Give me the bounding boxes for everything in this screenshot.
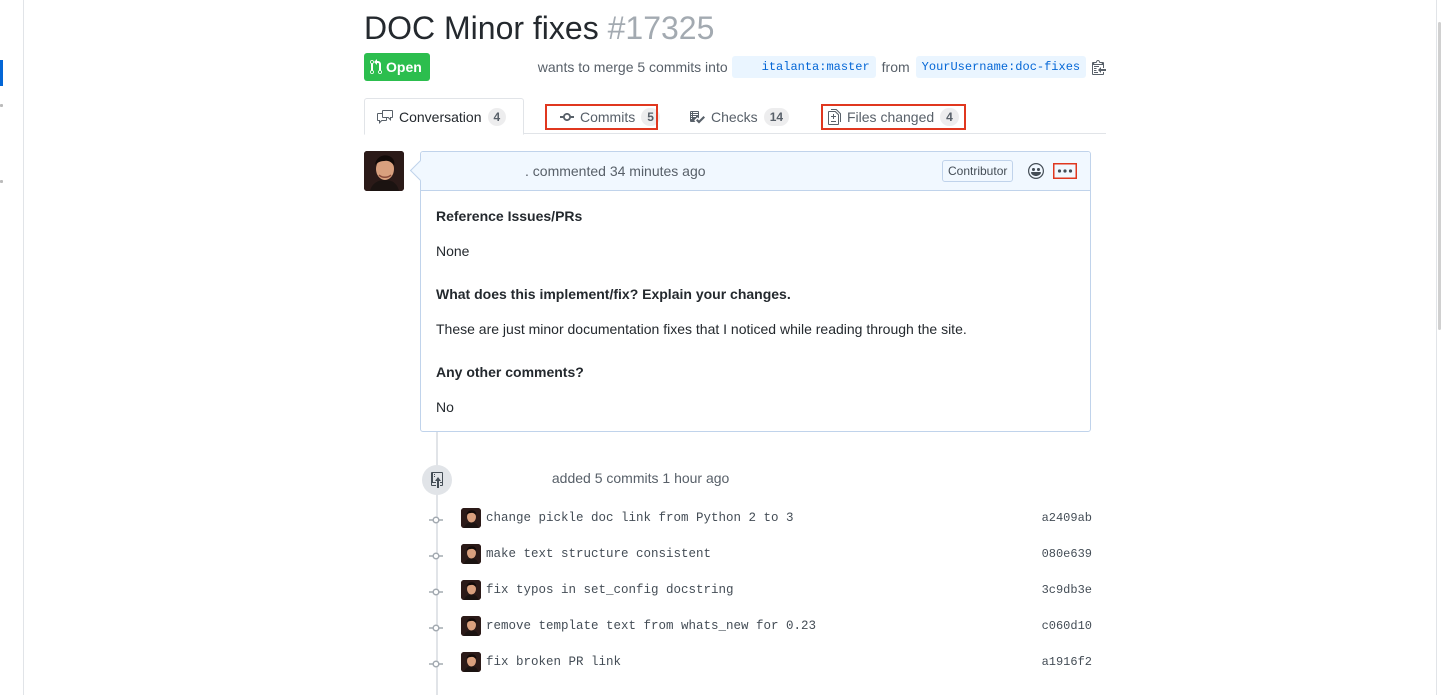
repo-push-icon bbox=[431, 472, 443, 488]
merge-description: wants to merge 5 commits into bbox=[537, 59, 728, 75]
tab-checks[interactable]: Checks 14 bbox=[677, 98, 801, 135]
comment-heading: What does this implement/fix? Explain yo… bbox=[436, 286, 791, 302]
commit-message-link[interactable]: fix broken PR link bbox=[486, 655, 621, 669]
commit-sha-link[interactable]: a1916f2 bbox=[1042, 655, 1092, 669]
add-reaction-button[interactable] bbox=[1028, 163, 1044, 179]
commit-author-avatar[interactable] bbox=[461, 652, 481, 672]
commit-sha-link[interactable]: c060d10 bbox=[1042, 619, 1092, 633]
comment-body: Reference Issues/PRs None What does this… bbox=[421, 191, 1090, 431]
head-branch-ref[interactable]: YourUsername:doc-fixes bbox=[915, 56, 1087, 78]
comment-paragraph: None bbox=[436, 243, 470, 259]
pr-description-comment: . commented 34 minutes ago Contributor R… bbox=[420, 151, 1091, 432]
commit-sha-link[interactable]: a2409ab bbox=[1042, 511, 1092, 525]
commits-event-label: added 5 commits 1 hour ago bbox=[551, 470, 730, 486]
scrollbar-thumb[interactable] bbox=[1438, 22, 1441, 330]
pr-meta: Open wants to merge 5 commits into itala… bbox=[364, 53, 1107, 81]
commit-sha-link[interactable]: 3c9db3e bbox=[1042, 583, 1092, 597]
commit-author-avatar[interactable] bbox=[461, 616, 481, 636]
commit-row: fix typos in set_config docstring 3c9db3… bbox=[424, 578, 1092, 614]
event-actor-redacted bbox=[460, 471, 548, 483]
sidebar-marker bbox=[0, 180, 3, 183]
git-commit-icon bbox=[429, 624, 443, 632]
comment-heading: Reference Issues/PRs bbox=[436, 208, 583, 224]
tab-files-changed-count: 4 bbox=[940, 107, 959, 126]
comment-paragraph: These are just minor documentation fixes… bbox=[436, 321, 967, 337]
contributor-badge: Contributor bbox=[942, 160, 1014, 182]
commit-row: remove template text from whats_new for … bbox=[424, 614, 1092, 650]
commit-message-link[interactable]: fix typos in set_config docstring bbox=[486, 583, 734, 597]
commit-message-link[interactable]: change pickle doc link from Python 2 to … bbox=[486, 511, 794, 525]
smiley-icon bbox=[1028, 163, 1044, 179]
tab-files-changed-label: Files changed bbox=[847, 108, 935, 125]
commenter-name-redacted bbox=[433, 165, 525, 177]
comment-discussion-icon bbox=[377, 109, 393, 124]
commit-author-avatar[interactable] bbox=[461, 544, 481, 564]
avatar-portrait-icon bbox=[461, 580, 481, 600]
comment-timestamp: . commented 34 minutes ago bbox=[525, 163, 706, 179]
commit-message-link[interactable]: make text structure consistent bbox=[486, 547, 711, 561]
comment-options-button[interactable] bbox=[1053, 163, 1077, 179]
pr-title-text: DOC Minor fixes bbox=[364, 10, 599, 46]
from-label: from bbox=[881, 59, 910, 75]
pr-title: DOC Minor fixes #17325 bbox=[364, 8, 714, 48]
kebab-horizontal-icon bbox=[1053, 163, 1077, 179]
tab-conversation[interactable]: Conversation 4 bbox=[364, 98, 524, 135]
tab-commits-count: 5 bbox=[641, 107, 660, 126]
commits-event-text: added 5 commits 1 hour ago bbox=[460, 470, 729, 486]
avatar-portrait-icon bbox=[461, 652, 481, 672]
git-commit-icon bbox=[429, 588, 443, 596]
commit-list: change pickle doc link from Python 2 to … bbox=[424, 506, 1092, 686]
commit-row: make text structure consistent 080e639 bbox=[424, 542, 1092, 578]
git-commit-icon bbox=[429, 516, 443, 524]
commit-row: change pickle doc link from Python 2 to … bbox=[424, 506, 1092, 542]
sidebar-marker bbox=[0, 104, 3, 107]
avatar-portrait-icon bbox=[461, 544, 481, 564]
comment-author-avatar[interactable] bbox=[364, 151, 404, 191]
comment-header: . commented 34 minutes ago Contributor bbox=[421, 152, 1090, 191]
comment-paragraph: No bbox=[436, 399, 454, 415]
avatar-portrait-icon bbox=[461, 508, 481, 528]
base-branch-ref[interactable]: italanta:master bbox=[731, 56, 876, 78]
tab-checks-count: 14 bbox=[763, 107, 790, 126]
commit-message-link[interactable]: remove template text from whats_new for … bbox=[486, 619, 816, 633]
commits-event-badge bbox=[422, 465, 452, 495]
checklist-icon bbox=[690, 110, 705, 123]
commit-sha-link[interactable]: 080e639 bbox=[1042, 547, 1092, 561]
tab-conversation-count: 4 bbox=[487, 107, 507, 126]
copy-branch-button[interactable] bbox=[1092, 59, 1107, 75]
avatar-portrait-icon bbox=[461, 616, 481, 636]
base-branch-label: italanta:master bbox=[761, 60, 870, 74]
pr-state-label: Open bbox=[386, 59, 422, 75]
tab-commits-label: Commits bbox=[580, 108, 636, 125]
commit-author-avatar[interactable] bbox=[461, 580, 481, 600]
tab-commits[interactable]: Commits 5 bbox=[548, 98, 672, 135]
tab-conversation-label: Conversation bbox=[399, 108, 482, 125]
pr-state-badge: Open bbox=[364, 53, 430, 81]
git-commit-icon bbox=[429, 660, 443, 668]
tab-checks-label: Checks bbox=[711, 108, 758, 125]
commit-row: fix broken PR link a1916f2 bbox=[424, 650, 1092, 686]
git-pull-request-icon bbox=[370, 59, 382, 75]
sidebar-active-indicator bbox=[0, 60, 3, 86]
git-commit-icon bbox=[560, 112, 574, 121]
left-sidebar-rail bbox=[0, 0, 24, 695]
avatar-portrait-icon bbox=[364, 151, 404, 191]
tab-files-changed[interactable]: Files changed 4 bbox=[816, 98, 971, 135]
head-branch-label: YourUsername:doc-fixes bbox=[921, 60, 1081, 74]
page-scrollbar[interactable] bbox=[1436, 0, 1442, 695]
clippy-icon bbox=[1092, 60, 1107, 75]
pr-number: #17325 bbox=[607, 10, 715, 46]
file-diff-icon bbox=[828, 108, 841, 125]
pr-author-redacted bbox=[442, 61, 532, 73]
pr-tabs: Conversation 4 Commits 5 Checks 14 Files… bbox=[364, 98, 1106, 135]
comment-heading: Any other comments? bbox=[436, 364, 584, 380]
git-commit-icon bbox=[429, 552, 443, 560]
commit-author-avatar[interactable] bbox=[461, 508, 481, 528]
